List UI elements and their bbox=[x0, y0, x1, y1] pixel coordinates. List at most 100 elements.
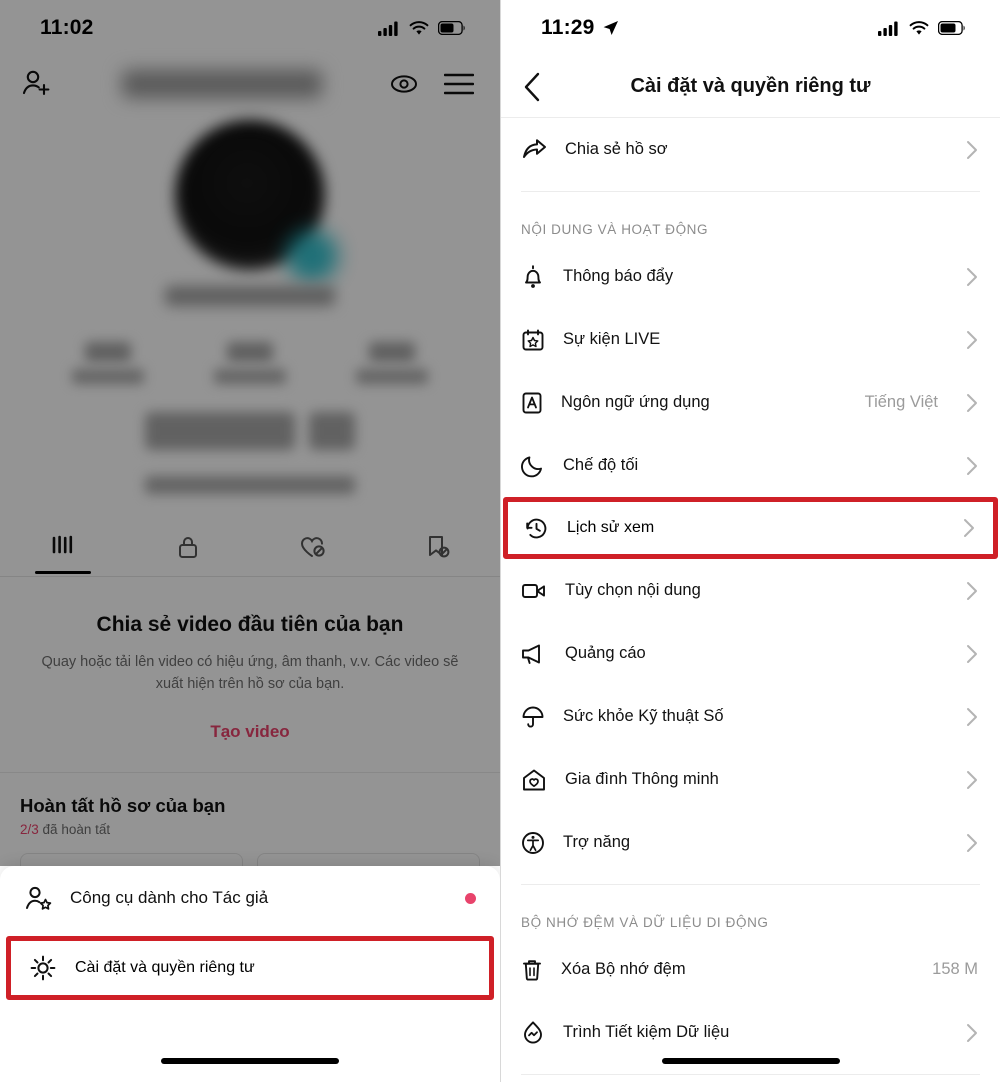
cellular-signal-icon bbox=[378, 21, 400, 36]
row-label: Thông báo đẩy bbox=[563, 267, 674, 285]
location-arrow-icon bbox=[602, 20, 619, 37]
status-indicators bbox=[378, 20, 466, 36]
settings-row-family-pairing[interactable]: Gia đình Thông minh bbox=[501, 748, 1000, 811]
sheet-item-label: Cài đặt và quyền riêng tư bbox=[75, 959, 255, 976]
settings-row-dark-mode[interactable]: Chế độ tối bbox=[501, 434, 1000, 497]
progress-count: 2/3 bbox=[20, 821, 39, 837]
eye-icon[interactable] bbox=[390, 70, 418, 98]
profile-handle-blurred bbox=[165, 286, 335, 306]
house-heart-icon bbox=[521, 768, 547, 792]
profile-header bbox=[0, 56, 500, 112]
tab-private[interactable] bbox=[125, 520, 250, 576]
section-header-cache: BỘ NHỚ ĐỆM VÀ DỮ LIỆU DI ĐỘNG bbox=[521, 915, 769, 930]
settings-row-push-notifications[interactable]: Thông báo đẩy bbox=[501, 245, 1000, 308]
hamburger-menu-icon[interactable] bbox=[444, 73, 474, 95]
row-label: Sức khỏe Kỹ thuật Số bbox=[563, 707, 724, 725]
accessibility-icon bbox=[521, 831, 545, 855]
creator-tools-icon bbox=[24, 884, 52, 912]
settings-row-ads[interactable]: Quảng cáo bbox=[501, 622, 1000, 685]
cache-size-value: 158 M bbox=[932, 960, 978, 978]
page-title: Cài đặt và quyền riêng tư bbox=[630, 75, 871, 97]
chevron-right-icon bbox=[966, 644, 978, 664]
chevron-right-icon bbox=[966, 770, 978, 790]
screenshot-root: 11:02 Chia sẻ video đầu tiên của bạn Qua… bbox=[0, 0, 1000, 1082]
row-label: Quảng cáo bbox=[565, 644, 646, 662]
settings-row-app-language[interactable]: Ngôn ngữ ứng dụng Tiếng Việt bbox=[501, 371, 1000, 434]
gear-icon bbox=[29, 954, 57, 982]
megaphone-icon bbox=[521, 643, 547, 665]
edit-profile-button[interactable] bbox=[145, 412, 295, 450]
avatar-accent-blur bbox=[286, 230, 338, 282]
tab-liked[interactable] bbox=[250, 520, 375, 576]
row-label: Chế độ tối bbox=[563, 456, 639, 474]
add-friend-icon[interactable] bbox=[20, 67, 54, 101]
settings-row-accessibility[interactable]: Trợ năng bbox=[501, 811, 1000, 874]
trash-icon bbox=[521, 958, 543, 982]
home-indicator bbox=[661, 1058, 840, 1064]
settings-row-watch-history-highlighted[interactable]: Lịch sử xem bbox=[503, 497, 998, 559]
settings-row-content-preferences[interactable]: Tùy chọn nội dung bbox=[501, 559, 1000, 622]
status-indicators bbox=[878, 20, 966, 36]
chevron-right-icon bbox=[966, 833, 978, 853]
empty-state-title: Chia sẻ video đầu tiên của bạn bbox=[96, 613, 404, 636]
history-clock-icon bbox=[524, 516, 549, 541]
sheet-item-creator-tools[interactable]: Công cụ dành cho Tác giả bbox=[0, 866, 500, 930]
row-label: Tùy chọn nội dung bbox=[565, 581, 701, 599]
section-separator bbox=[521, 884, 980, 885]
row-label: Chia sẻ hồ sơ bbox=[565, 140, 668, 158]
chevron-left-icon[interactable] bbox=[523, 72, 543, 102]
settings-row-share-profile[interactable]: Chia sẻ hồ sơ bbox=[501, 118, 1000, 181]
create-video-link[interactable]: Tạo video bbox=[210, 722, 289, 742]
stat-likes[interactable] bbox=[356, 342, 428, 384]
right-status-bar: 11:29 bbox=[501, 0, 1000, 56]
bell-icon bbox=[521, 264, 545, 290]
empty-state: Chia sẻ video đầu tiên của bạn Quay hoặc… bbox=[0, 577, 500, 742]
row-label: Lịch sử xem bbox=[567, 519, 655, 536]
left-status-bar: 11:02 bbox=[0, 0, 500, 56]
chevron-right-icon bbox=[966, 707, 978, 727]
share-arrow-icon bbox=[521, 138, 547, 162]
tab-active-underline bbox=[34, 571, 91, 574]
empty-state-description: Quay hoặc tải lên video có hiệu ứng, âm … bbox=[41, 654, 459, 693]
row-label: Trợ năng bbox=[563, 833, 631, 851]
row-label: Trình Tiết kiệm Dữ liệu bbox=[563, 1023, 730, 1041]
section-separator bbox=[521, 1074, 980, 1075]
chevron-right-icon bbox=[966, 393, 978, 413]
share-profile-button[interactable] bbox=[309, 412, 355, 450]
tab-saved[interactable] bbox=[375, 520, 500, 576]
row-label: Ngôn ngữ ứng dụng bbox=[561, 393, 710, 411]
calendar-star-icon bbox=[521, 328, 545, 352]
stat-followers[interactable] bbox=[214, 342, 286, 384]
settings-nav-bar: Cài đặt và quyền riêng tư bbox=[501, 56, 1000, 118]
status-time-with-location: 11:29 bbox=[541, 16, 619, 40]
bottom-action-sheet: Công cụ dành cho Tác giả Cài đặt và quyề… bbox=[0, 866, 500, 1082]
settings-row-data-saver[interactable]: Trình Tiết kiệm Dữ liệu bbox=[501, 1001, 1000, 1064]
profile-stats bbox=[0, 342, 500, 384]
settings-row-live-events[interactable]: Sự kiện LIVE bbox=[501, 308, 1000, 371]
sheet-item-label: Công cụ dành cho Tác giả bbox=[70, 888, 269, 907]
profile-bio-blurred bbox=[145, 476, 355, 494]
row-label: Xóa Bộ nhớ đệm bbox=[561, 960, 686, 978]
tab-videos[interactable] bbox=[0, 520, 125, 576]
video-camera-icon bbox=[521, 581, 547, 601]
wifi-icon bbox=[909, 20, 929, 36]
notification-dot bbox=[465, 892, 476, 904]
sheet-item-settings-highlighted[interactable]: Cài đặt và quyền riêng tư bbox=[6, 936, 494, 1000]
status-time: 11:29 bbox=[541, 16, 595, 39]
profile-action-buttons bbox=[0, 412, 500, 450]
chevron-right-icon bbox=[966, 267, 978, 287]
status-time: 11:02 bbox=[40, 16, 94, 39]
cellular-signal-icon bbox=[878, 21, 900, 36]
profile-tab-bar bbox=[0, 520, 500, 577]
complete-profile-title: Hoàn tất hồ sơ của bạn bbox=[20, 794, 226, 816]
stat-following[interactable] bbox=[72, 342, 144, 384]
language-a-icon bbox=[521, 391, 543, 415]
right-phone-screen: 11:29 Cài đặt và quyền riêng tư Chia sẻ … bbox=[501, 0, 1000, 1082]
settings-row-digital-wellbeing[interactable]: Sức khỏe Kỹ thuật Số bbox=[501, 685, 1000, 748]
settings-row-clear-cache[interactable]: Xóa Bộ nhớ đệm 158 M bbox=[501, 938, 1000, 1001]
progress-suffix: đã hoàn tất bbox=[42, 821, 111, 837]
moon-icon bbox=[521, 454, 545, 478]
chevron-right-icon bbox=[963, 518, 975, 538]
umbrella-icon bbox=[521, 705, 545, 729]
chevron-right-icon bbox=[966, 140, 978, 160]
